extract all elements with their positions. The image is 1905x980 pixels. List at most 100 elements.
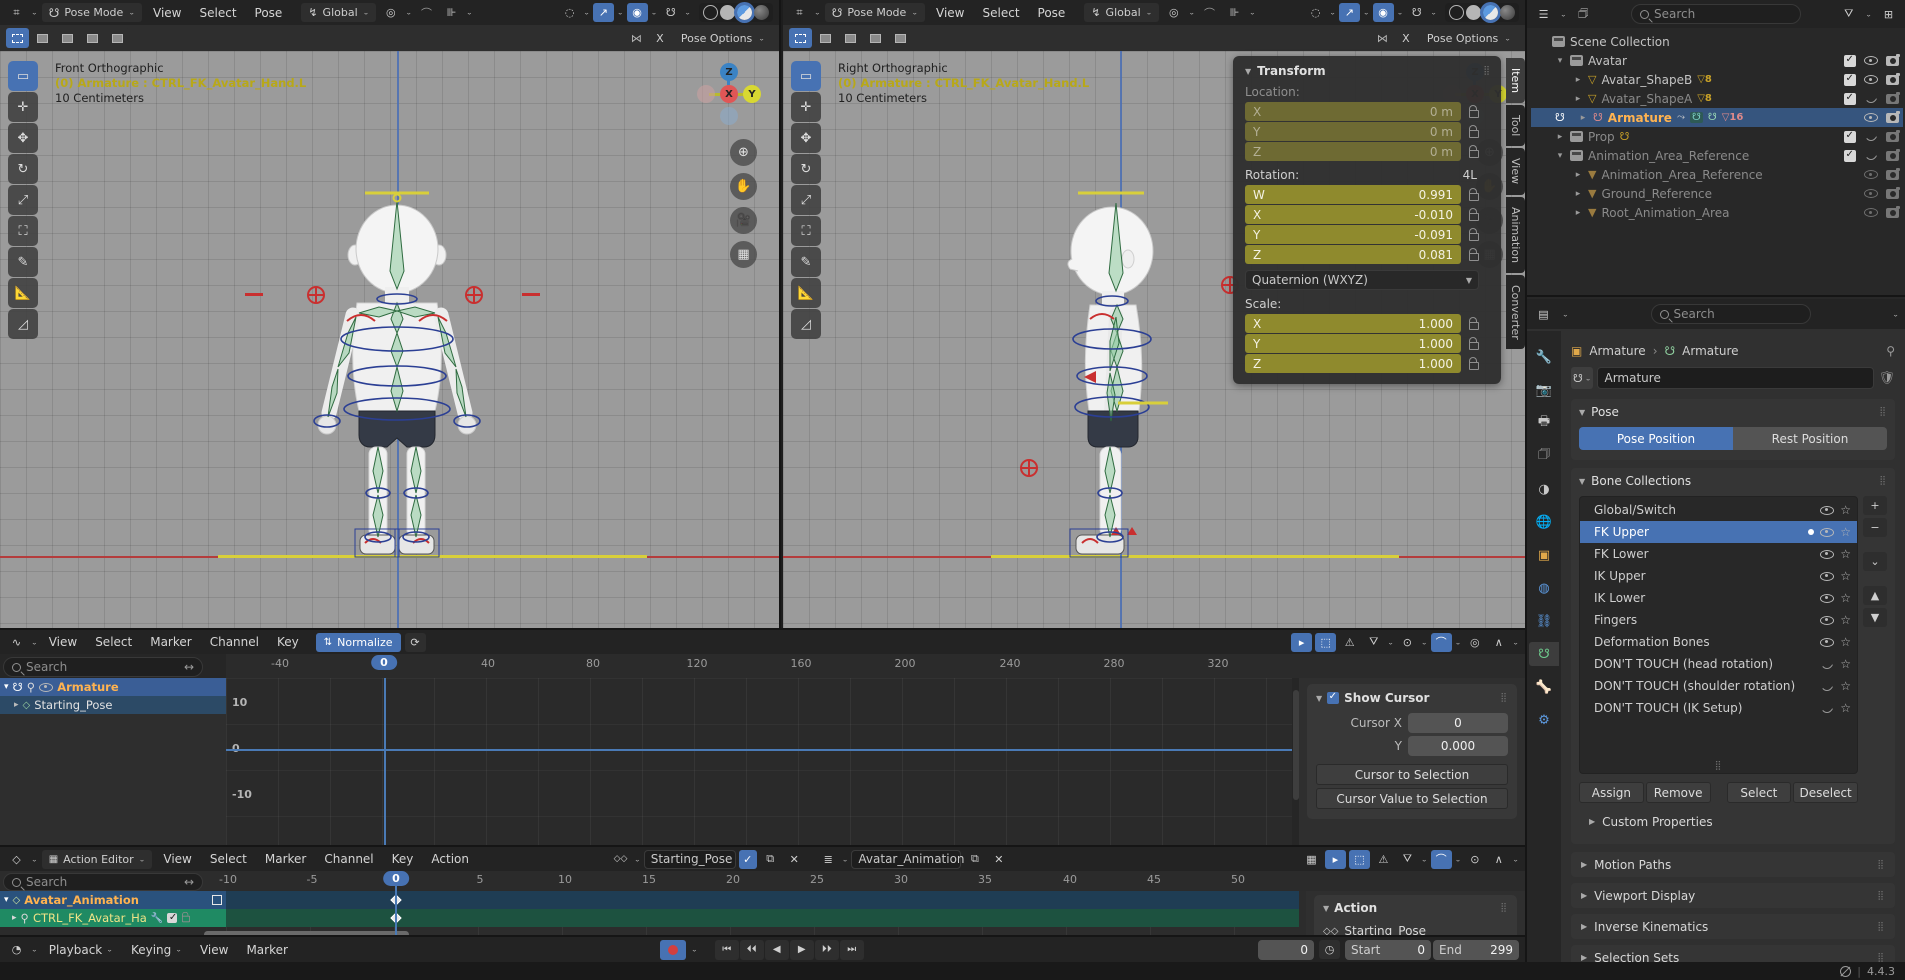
tool-rotate[interactable]: ↻ [8, 154, 38, 184]
solo-star-icon[interactable]: ☆ [1840, 679, 1851, 693]
panel-selection-sets[interactable]: ▶Selection Sets⣿ [1571, 945, 1895, 962]
bone-collection-row[interactable]: DON'T TOUCH (IK Setup)☆ [1580, 697, 1857, 719]
pose-overlay-dropdown[interactable]: ☋ [1406, 3, 1427, 22]
camera-view-button[interactable]: 🎥 [730, 207, 757, 234]
move-down-button[interactable]: ▼ [1863, 608, 1887, 627]
tab-physics[interactable]: ◍ [1529, 576, 1559, 600]
timeline-menu-marker[interactable]: Marker [239, 941, 294, 959]
cursor-value-to-selection-button[interactable]: Cursor Value to Selection [1316, 788, 1508, 809]
bone-collection-row[interactable]: Fingers☆ [1580, 609, 1857, 631]
timeline-editor-icon[interactable]: ◔ [6, 940, 27, 959]
disable-render-camera-icon[interactable] [1886, 189, 1899, 199]
panel-inverse-kinematics[interactable]: ▶Inverse Kinematics⣿ [1571, 914, 1895, 939]
wireframe-shading[interactable] [703, 5, 718, 20]
current-frame-pill[interactable]: 0 [371, 655, 397, 670]
filter-dropdown[interactable]: ⛛ [1363, 633, 1384, 652]
expand-arrow-icon[interactable]: ▸ [1573, 170, 1583, 180]
pose-options-dropdown[interactable]: Pose Options⌄ [1419, 29, 1519, 48]
bone-collections-list[interactable]: Global/Switch☆FK Upper☆FK Lower☆IK Upper… [1579, 496, 1858, 774]
tool-move[interactable]: ✥ [791, 123, 821, 153]
select-extend[interactable] [31, 28, 54, 48]
bone-collection-visibility-icon[interactable] [1820, 506, 1834, 515]
editor-type-icon[interactable]: ⌗ [789, 3, 810, 22]
expand-arrow-icon[interactable]: ▸ [1573, 208, 1583, 218]
panel-grip-icon[interactable]: ⣿ [1877, 860, 1885, 870]
graph-menu-select[interactable]: Select [88, 633, 139, 651]
snap-toggle[interactable]: ⌒ [1431, 633, 1452, 652]
lock-icon[interactable] [1469, 150, 1479, 158]
gizmo-x[interactable]: X [720, 85, 738, 103]
mirror-x-icon[interactable]: ⋈ [626, 29, 647, 48]
timeline-menu-playback[interactable]: Playback⌄ [42, 941, 120, 959]
select-box-new[interactable] [789, 28, 812, 48]
bone-collection-row[interactable]: IK Upper☆ [1580, 565, 1857, 587]
tool-transform[interactable]: ⛶ [791, 216, 821, 246]
bone-collection-row[interactable]: Deformation Bones☆ [1580, 631, 1857, 653]
tool-move[interactable]: ✥ [8, 123, 38, 153]
solid-shading[interactable] [1466, 5, 1481, 20]
tool-measure[interactable]: 📐 [791, 278, 821, 308]
stash-icon[interactable]: ≣ [818, 850, 839, 869]
bone-collections-assign-button[interactable]: Assign [1579, 782, 1644, 803]
lock-icon[interactable] [1469, 342, 1479, 350]
disable-render-camera-icon[interactable] [1886, 132, 1899, 142]
normalize-refresh-button[interactable]: ⟳ [405, 633, 426, 652]
auto-keyframe-record-button[interactable] [660, 940, 686, 960]
pivot-point-dropdown[interactable]: ◎ [380, 3, 401, 22]
selection-box-toggle[interactable]: ⬚ [1315, 633, 1336, 652]
select-intersect[interactable] [106, 28, 129, 48]
wireframe-shading[interactable] [1449, 5, 1464, 20]
panel-viewport-display[interactable]: ▶Viewport Display⣿ [1571, 883, 1895, 908]
expand-icon[interactable]: ▾ [4, 682, 9, 692]
current-frame-field[interactable]: 0 [1258, 940, 1314, 960]
tab-view-layer[interactable]: 🗇 [1529, 444, 1559, 468]
properties-search-input[interactable]: Search [1651, 304, 1811, 324]
pivot-caret[interactable]: ⌄ [1188, 9, 1195, 16]
dope-ruler[interactable]: -10-551015202530354045500 [226, 871, 1525, 891]
menu-pose[interactable]: Pose [248, 4, 290, 22]
mirror-x-icon[interactable]: ⋈ [1372, 29, 1393, 48]
panel-grip-icon[interactable]: ⣿ [1879, 476, 1887, 486]
hide-viewport-eye-icon[interactable] [1864, 113, 1878, 122]
filter-dropdown[interactable]: ⛛ [1397, 850, 1418, 869]
graph-ruler[interactable]: -4040801201602002402803200 [226, 654, 1525, 678]
outliner-row[interactable]: Scene Collection [1531, 32, 1903, 51]
snap-caret[interactable]: ⌄ [1249, 9, 1256, 16]
dope-menu-channel[interactable]: Channel [317, 850, 380, 868]
gizmo-minus-x[interactable] [697, 85, 715, 103]
graph-menu-key[interactable]: Key [270, 633, 306, 651]
dope-menu-select[interactable]: Select [203, 850, 254, 868]
tab-constraints[interactable]: ⛓ [1529, 609, 1559, 633]
menu-view[interactable]: View [929, 4, 971, 22]
selection-box-toggle[interactable]: ⬚ [1349, 850, 1370, 869]
bone-collections-header[interactable]: ▼Bone Collections⣿ [1579, 474, 1887, 488]
orientation-dropdown[interactable]: ↯Global⌄ [1084, 3, 1159, 22]
outliner-row[interactable]: ▸Prop☋ [1531, 127, 1903, 146]
bone-collection-visibility-icon[interactable] [1820, 682, 1834, 691]
prev-keyframe-button[interactable]: ⏴⏴ [740, 940, 764, 960]
pin-icon[interactable]: ⚲ [1886, 344, 1895, 358]
duplicate-stash-button[interactable]: ⧉ [964, 850, 985, 869]
falloff-dropdown[interactable]: ∧ [1488, 633, 1509, 652]
rotation-field-y[interactable]: Y-0.091 [1245, 225, 1461, 244]
pose-mode-dropdown[interactable]: ☋Pose Mode⌄ [42, 3, 142, 22]
remove-collection-button[interactable]: − [1863, 518, 1887, 537]
lock-icon[interactable] [1469, 233, 1479, 241]
unlink-stash-button[interactable]: ✕ [988, 850, 1009, 869]
rotation-mode-dropdown[interactable]: Quaternion (WXYZ)▼ [1245, 270, 1479, 290]
lock-icon[interactable] [1469, 362, 1479, 370]
mirror-x-toggle[interactable]: X [1397, 29, 1415, 48]
bone-collection-visibility-icon[interactable] [1820, 572, 1834, 581]
panel-grip-icon[interactable]: ⣿ [1877, 953, 1885, 963]
editor-type-caret[interactable]: ⌄ [814, 9, 821, 16]
pin-icon[interactable]: ⚲ [27, 680, 35, 694]
properties-editor-type-icon[interactable]: ▤ [1533, 305, 1554, 324]
gizmo-z[interactable]: Z [720, 63, 738, 81]
pose-panel-header[interactable]: ▼Pose⣿ [1579, 405, 1887, 419]
material-shading[interactable] [1483, 5, 1498, 20]
menu-select[interactable]: Select [193, 4, 244, 22]
fake-user-shield-icon[interactable]: 🛡 [1878, 371, 1895, 386]
lock-icon[interactable] [1469, 213, 1479, 221]
select-subtract[interactable] [839, 28, 862, 48]
gizmo-minus-z[interactable] [720, 107, 738, 125]
